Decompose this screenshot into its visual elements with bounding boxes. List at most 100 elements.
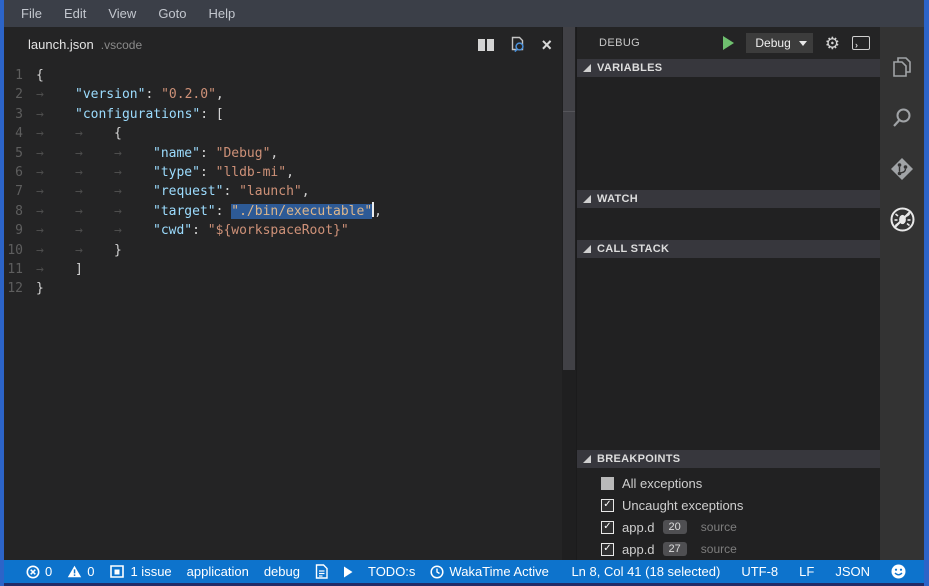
menu-item-file[interactable]: File: [10, 0, 53, 27]
code-line[interactable]: 10→→}: [4, 241, 562, 260]
code-token: :: [216, 204, 232, 219]
code-token: }: [36, 281, 44, 296]
status-text: TODO:s: [368, 564, 415, 579]
tab-whitespace-arrow: →: [75, 182, 114, 201]
status-warning-count[interactable]: 0: [67, 564, 94, 579]
split-editor-icon[interactable]: [478, 39, 494, 51]
breakpoint-source-hint: source: [701, 542, 737, 556]
debug-disabled-icon: [889, 206, 916, 233]
debug-disabled-activity-button[interactable]: [880, 194, 924, 245]
source-control-activity-button[interactable]: [880, 143, 924, 194]
status-encoding[interactable]: UTF-8: [741, 564, 778, 579]
breakpoint-row[interactable]: ✓Uncaught exceptions: [577, 494, 880, 516]
code-line[interactable]: 11→]: [4, 260, 562, 279]
status-feedback-smiley[interactable]: [891, 564, 906, 579]
activity-bar: [880, 27, 924, 560]
line-number: 10: [4, 241, 36, 260]
code-token: ]: [75, 262, 83, 277]
issues-icon: [109, 564, 125, 579]
code-line[interactable]: 1{: [4, 66, 562, 85]
menu-item-view[interactable]: View: [97, 0, 147, 27]
status-cursor-position[interactable]: Ln 8, Col 41 (18 selected): [571, 564, 720, 579]
status-wakatime-status[interactable]: WakaTime Active: [430, 564, 548, 579]
section-body-callstack: [577, 258, 880, 450]
debug-config-dropdown[interactable]: Debug: [746, 33, 812, 53]
checkbox-checked[interactable]: ✓: [601, 543, 614, 556]
tab-whitespace-arrow: →: [75, 202, 114, 221]
code-line[interactable]: 6→→→"type": "lldb-mi",: [4, 163, 562, 182]
section-body-variables: [577, 77, 880, 190]
checkbox-checked[interactable]: ✓: [601, 499, 614, 512]
section-header-variables[interactable]: VARIABLES: [577, 59, 880, 77]
tab-whitespace-arrow: →: [114, 163, 153, 182]
status-build-target[interactable]: application: [187, 564, 249, 579]
status-run-button[interactable]: [343, 566, 353, 578]
menu-item-goto[interactable]: Goto: [147, 0, 197, 27]
status-todos-status[interactable]: TODO:s: [368, 564, 415, 579]
status-issues-status[interactable]: 1 issue: [109, 564, 171, 579]
menu-item-help[interactable]: Help: [198, 0, 247, 27]
editor-tab[interactable]: launch.json.vscode: [28, 36, 142, 54]
status-text: JSON: [835, 564, 870, 579]
search-icon: [889, 105, 915, 131]
code-token: :: [200, 146, 216, 161]
smiley-icon: [891, 564, 906, 579]
editor-group: launch.json.vscode × 1{2→"version": "0.2…: [4, 27, 562, 560]
debug-console-icon[interactable]: ›: [852, 36, 870, 50]
scrollbar-thumb[interactable]: [563, 27, 575, 370]
error-circle-icon: [26, 565, 40, 579]
line-number: 9: [4, 221, 36, 240]
code-token: "0.2.0": [161, 87, 216, 102]
code-line[interactable]: 5→→→"name": "Debug",: [4, 144, 562, 163]
section-header-watch[interactable]: WATCH: [577, 190, 880, 208]
code-line[interactable]: 4→→{: [4, 124, 562, 143]
code-token: "version": [75, 87, 145, 102]
section-label: VARIABLES: [597, 62, 662, 74]
code-line[interactable]: 7→→→"request": "launch",: [4, 182, 562, 201]
code-line[interactable]: 9→→→"cwd": "${workspaceRoot}": [4, 221, 562, 240]
menu-item-edit[interactable]: Edit: [53, 0, 97, 27]
status-language-mode[interactable]: JSON: [835, 564, 870, 579]
section-header-callstack[interactable]: CALL STACK: [577, 240, 880, 258]
code-token: :: [223, 184, 239, 199]
configure-gear-icon[interactable]: ⚙: [825, 35, 840, 52]
code-token: "type": [153, 165, 200, 180]
checkbox-checked[interactable]: ✓: [601, 521, 614, 534]
open-preview-icon[interactable]: [509, 36, 526, 53]
status-eol[interactable]: LF: [799, 564, 814, 579]
collapse-triangle-icon: [583, 64, 591, 72]
code-editor[interactable]: 1{2→"version": "0.2.0",3→"configurations…: [4, 62, 562, 560]
editor-scrollbar[interactable]: [562, 27, 576, 560]
status-text: debug: [264, 564, 300, 579]
section-header-breakpoints[interactable]: BREAKPOINTS: [577, 450, 880, 468]
breakpoint-row[interactable]: All exceptions: [577, 472, 880, 494]
play-icon: [343, 566, 353, 578]
tab-whitespace-arrow: →: [114, 221, 153, 240]
tab-whitespace-arrow: →: [114, 144, 153, 163]
status-build-mode[interactable]: debug: [264, 564, 300, 579]
code-line[interactable]: 3→"configurations": [: [4, 105, 562, 124]
code-line[interactable]: 8→→→"target": "./bin/executable",: [4, 202, 562, 221]
tab-whitespace-arrow: →: [36, 105, 75, 124]
search-activity-button[interactable]: [880, 92, 924, 143]
files-activity-button[interactable]: [880, 41, 924, 92]
status-error-count[interactable]: 0: [26, 564, 52, 579]
code-line[interactable]: 12}: [4, 279, 562, 298]
warning-icon: [67, 565, 82, 578]
code-token: :: [192, 223, 208, 238]
tab-whitespace-arrow: →: [36, 202, 75, 221]
files-icon: [889, 54, 915, 80]
start-debugging-button[interactable]: [723, 36, 734, 50]
code-token: "cwd": [153, 223, 192, 238]
breakpoint-row[interactable]: ✓app.d20source: [577, 516, 880, 538]
status-todo-file[interactable]: [315, 564, 328, 579]
breakpoint-row[interactable]: ✓app.d27source: [577, 538, 880, 560]
line-number: 4: [4, 124, 36, 143]
tab-whitespace-arrow: →: [36, 182, 75, 201]
checkbox-unchecked[interactable]: [601, 477, 614, 490]
close-icon[interactable]: ×: [541, 38, 552, 52]
tab-whitespace-arrow: →: [36, 221, 75, 240]
code-token: :: [145, 87, 161, 102]
code-line[interactable]: 2→"version": "0.2.0",: [4, 85, 562, 104]
tab-filename[interactable]: launch.json: [28, 37, 94, 52]
